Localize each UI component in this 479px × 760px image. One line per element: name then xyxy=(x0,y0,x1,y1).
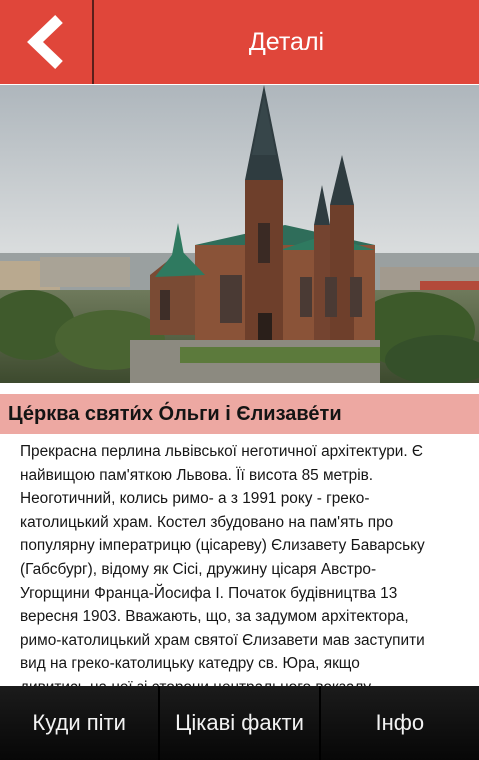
text-line: католицький храм. Костел збудовано на па… xyxy=(20,513,394,531)
article-body: Прекрасна перлина львівської неготичної … xyxy=(20,440,460,686)
tab-where-to-go[interactable]: Куди піти xyxy=(0,686,159,760)
page-title: Деталі xyxy=(248,27,325,56)
bottom-nav: Куди піти Цікаві факти Інфо xyxy=(0,686,479,760)
tab-interesting-facts[interactable]: Цікаві факти xyxy=(160,686,319,760)
tab-info[interactable]: Інфо xyxy=(320,686,479,760)
church-image xyxy=(0,85,479,383)
text-line: вид на греко-католицьку катедру св. Юра,… xyxy=(20,655,360,673)
text-line: римо-католицький храм святої Єлизавети м… xyxy=(20,631,425,649)
article-heading-band: Це́рква святи́х О́льги і Єлизаве́ти xyxy=(0,394,479,434)
church-photo xyxy=(0,85,479,383)
text-line: Прекрасна перлина львівської неготичної … xyxy=(20,443,423,460)
text-line: найвищою пам'яткою Львова. Її висота 85 … xyxy=(20,466,374,484)
top-bar: Деталі xyxy=(0,0,479,84)
article-content[interactable]: Прекрасна перлина львівської неготичної … xyxy=(0,434,479,686)
text-line: дивитись на неї зі сторони центрального … xyxy=(20,676,460,686)
article-title: Це́рква святи́х О́льги і Єлизаве́ти xyxy=(8,402,342,425)
chevron-left-icon xyxy=(27,15,63,69)
text-line: (Габсбург), відому як Сісі, дружину ціса… xyxy=(20,560,377,578)
back-button[interactable] xyxy=(0,0,92,84)
text-line: популярну імператрицю (цісареву) Єлизаве… xyxy=(20,537,425,555)
text-line: Угорщини Франца-Йосифа I. Початок будівн… xyxy=(20,584,398,602)
text-line: Неоготичний, колись римо- а з 1991 року … xyxy=(20,490,370,508)
text-line: вересня 1903. Вважають, що, за задумом а… xyxy=(20,608,409,626)
